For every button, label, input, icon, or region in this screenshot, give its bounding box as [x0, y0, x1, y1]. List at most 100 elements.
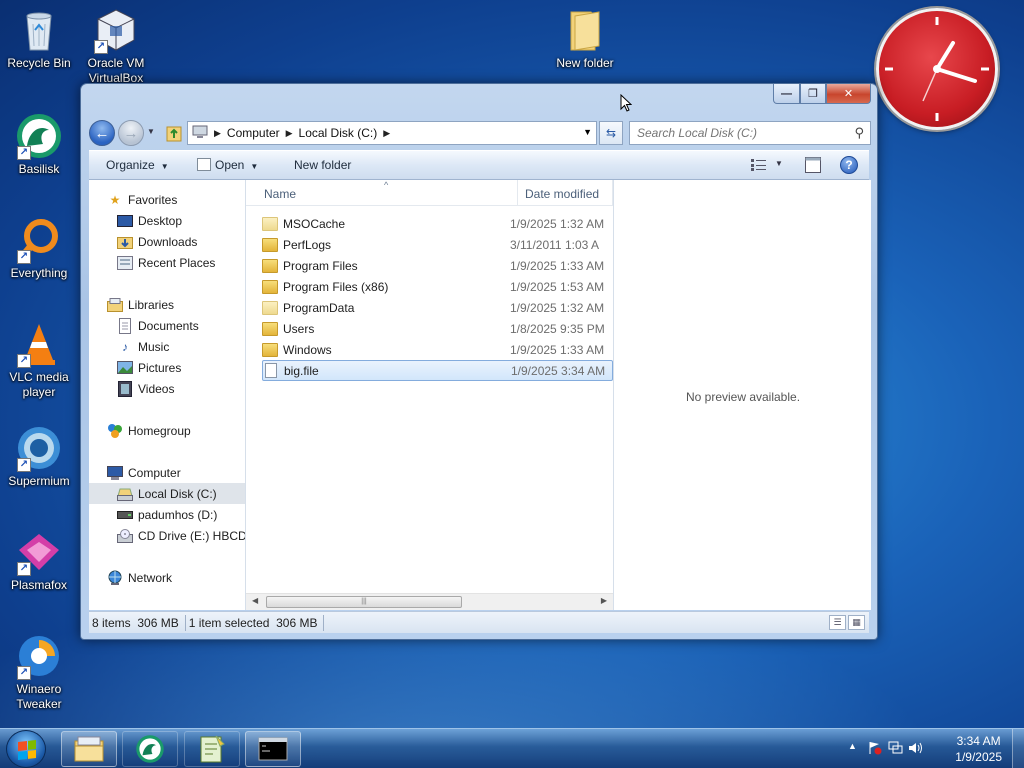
view-options-dropdown-icon[interactable]: ▼	[775, 159, 783, 168]
clock-face-icon	[885, 17, 989, 121]
forward-button[interactable]: →	[118, 120, 144, 146]
desktop-icon-vlc[interactable]: ↗ VLC media player	[0, 320, 79, 400]
address-bar[interactable]: ▶ Computer ▶ Local Disk (C:) ▶ ▼	[187, 121, 597, 145]
selected-count: 1 item selected	[188, 615, 270, 630]
nav-computer[interactable]: Computer	[89, 462, 245, 483]
clock-gadget[interactable]	[876, 8, 998, 130]
column-name[interactable]: Name	[264, 187, 296, 201]
file-row[interactable]: big.file 1/9/2025 3:34 AM	[262, 360, 613, 381]
network-status-icon[interactable]	[888, 741, 903, 758]
nav-libraries[interactable]: Libraries	[89, 294, 245, 315]
file-row[interactable]: Program Files 1/9/2025 1:33 AM	[262, 255, 613, 276]
address-dropdown-icon[interactable]: ▼	[583, 127, 592, 137]
nav-padumhos-d[interactable]: padumhos (D:)	[89, 504, 245, 525]
minimize-button[interactable]: —	[773, 84, 800, 104]
volume-speaker-icon[interactable]	[908, 741, 923, 758]
open-icon	[197, 158, 211, 171]
nav-desktop[interactable]: Desktop	[89, 210, 245, 231]
file-row[interactable]: Users 1/8/2025 9:35 PM	[262, 318, 613, 339]
desktop-icon-virtualbox[interactable]: ↗ Oracle VM VirtualBox	[76, 6, 156, 84]
nav-label: Homegroup	[128, 423, 191, 438]
search-input[interactable]	[637, 126, 837, 140]
file-name: big.file	[284, 363, 319, 378]
scroll-right-arrow-icon[interactable]: ▶	[601, 596, 607, 605]
file-row[interactable]: PerfLogs 3/11/2011 1:03 A	[262, 234, 613, 255]
nav-homegroup[interactable]: Homegroup	[89, 420, 245, 441]
file-row[interactable]: Program Files (x86) 1/9/2025 1:53 AM	[262, 276, 613, 297]
nav-label: Videos	[138, 381, 175, 396]
start-button[interactable]	[6, 730, 46, 768]
change-view-icon[interactable]	[751, 159, 767, 174]
help-icon[interactable]: ?	[840, 156, 858, 174]
vlc-cone-icon: ↗	[15, 320, 63, 368]
documents-icon	[117, 317, 133, 334]
folder-icon	[262, 321, 278, 336]
computer-small-icon	[192, 125, 208, 142]
nav-recent-places[interactable]: Recent Places	[89, 252, 245, 273]
nav-label: Libraries	[128, 297, 175, 312]
taskbar-basilisk-button[interactable]	[122, 731, 178, 767]
taskbar-clock[interactable]: 3:34 AM 1/9/2025	[955, 733, 1002, 765]
desktop-icon-everything[interactable]: ↗ Everything	[0, 216, 79, 281]
breadcrumb-arrow-icon[interactable]: ▶	[286, 128, 293, 139]
close-button[interactable]: ✕	[826, 84, 871, 104]
item-count: 8 items	[92, 615, 131, 630]
nav-documents[interactable]: Documents	[89, 315, 245, 336]
desktop-icon-recycle-bin[interactable]: Recycle Bin	[0, 6, 79, 71]
window-controls: — ❐ ✕	[773, 84, 871, 104]
show-desktop-button[interactable]	[1012, 729, 1024, 768]
show-hidden-icons-arrow[interactable]: ▲	[848, 741, 857, 751]
details-view-icon[interactable]: ☰	[829, 615, 846, 630]
recent-pages-dropdown[interactable]: ▼	[147, 127, 155, 136]
file-row[interactable]: Windows 1/9/2025 1:33 AM	[262, 339, 613, 360]
large-icons-view-icon[interactable]: ▦	[848, 615, 865, 630]
search-box[interactable]: ⚲	[629, 121, 871, 145]
scrollbar-thumb[interactable]: |||	[266, 596, 462, 608]
nav-favorites[interactable]: ★ Favorites	[89, 189, 245, 210]
scroll-left-arrow-icon[interactable]: ◀	[252, 596, 258, 605]
nav-network[interactable]: Network	[89, 567, 245, 588]
nav-local-disk-c[interactable]: Local Disk (C:)	[89, 483, 245, 504]
horizontal-scrollbar[interactable]: ◀ ||| ▶	[246, 593, 613, 610]
navigation-bar: ← → ▼ ▶ Computer ▶ Local Disk (C:) ▶ ▼ ⇆…	[89, 118, 871, 148]
desktop-icon-supermium[interactable]: ↗ Supermium	[0, 424, 79, 489]
nav-cd-drive-e[interactable]: CD Drive (E:) HBCD_	[89, 525, 245, 546]
nav-label: Desktop	[138, 213, 183, 228]
action-center-flag-icon[interactable]	[868, 741, 882, 758]
back-button[interactable]: ←	[89, 120, 115, 146]
desktop-icon-basilisk[interactable]: ↗ Basilisk	[0, 112, 79, 177]
open-button[interactable]: Open ▼	[197, 158, 258, 172]
desktop-icon-label: Supermium	[8, 474, 70, 488]
organize-button[interactable]: Organize ▼	[106, 158, 169, 172]
desktop-icon-label: Basilisk	[18, 162, 60, 176]
file-row[interactable]: MSOCache 1/9/2025 1:32 AM	[262, 213, 613, 234]
desktop-icon-winaero[interactable]: ↗ Winaero Tweaker	[0, 632, 79, 712]
breadcrumb-arrow-icon[interactable]: ▶	[214, 128, 221, 139]
nav-music[interactable]: ♪ Music	[89, 336, 245, 357]
breadcrumb-local-disk[interactable]: Local Disk (C:)	[299, 126, 378, 140]
cd-drive-icon	[117, 528, 133, 544]
breadcrumb-computer[interactable]: Computer	[227, 126, 280, 140]
file-row[interactable]: ProgramData 1/9/2025 1:32 AM	[262, 297, 613, 318]
preview-pane-icon[interactable]	[805, 157, 821, 176]
taskbar-notepad-button[interactable]	[184, 731, 240, 767]
taskbar-explorer-button[interactable]	[61, 731, 117, 767]
nav-pictures[interactable]: Pictures	[89, 357, 245, 378]
recycle-bin-icon	[15, 6, 63, 54]
column-date-modified[interactable]: Date modified	[525, 187, 599, 201]
folder-up-icon[interactable]	[165, 123, 183, 143]
desktop-icon-plasmafox[interactable]: ↗ Plasmafox	[0, 528, 79, 593]
new-folder-button[interactable]: New folder	[294, 158, 351, 172]
desktop-icon-new-folder[interactable]: New folder	[545, 6, 625, 71]
maximize-button[interactable]: ❐	[800, 84, 826, 104]
computer-icon	[107, 465, 123, 481]
breadcrumb-arrow-icon[interactable]: ▶	[383, 128, 390, 139]
nav-downloads[interactable]: Downloads	[89, 231, 245, 252]
refresh-button[interactable]: ⇆	[599, 121, 623, 145]
nav-videos[interactable]: Videos	[89, 378, 245, 399]
explorer-window[interactable]: — ❐ ✕ ← → ▼ ▶ Computer ▶ Local Disk (C:)…	[80, 83, 878, 640]
taskbar-cmd-button[interactable]	[245, 731, 301, 767]
taskbar: ▲ 3:34 AM 1/9/2025	[0, 728, 1024, 768]
clock-time: 3:34 AM	[956, 734, 1001, 748]
column-divider[interactable]	[517, 180, 518, 206]
